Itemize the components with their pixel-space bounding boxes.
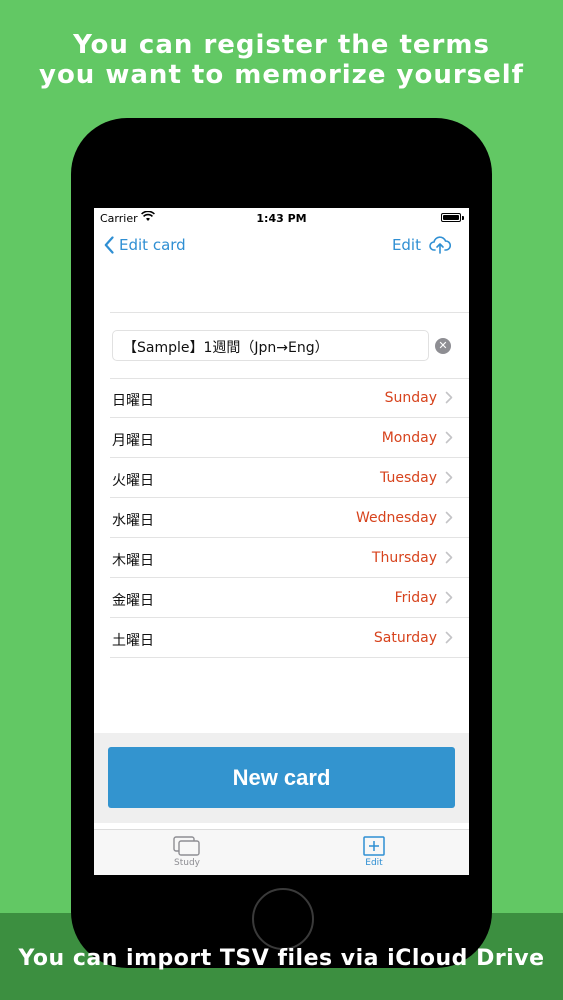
title-separator [110, 312, 469, 313]
tab-study[interactable]: Study [127, 836, 247, 868]
meaning-label: Tuesday [380, 470, 437, 486]
meaning-label: Friday [394, 590, 437, 606]
meaning-label: Wednesday [355, 510, 437, 526]
edit-button[interactable]: Edit [392, 236, 451, 254]
status-time: 1:43 PM [256, 212, 307, 225]
back-button-label: Edit card [119, 236, 186, 254]
new-card-button[interactable]: New card [108, 747, 455, 808]
term-label: 木曜日 [112, 553, 154, 569]
term-label: 金曜日 [112, 593, 154, 609]
meaning-label: Saturday [373, 630, 437, 646]
list-item[interactable]: 日曜日 Sunday [94, 378, 469, 418]
term-label: 水曜日 [112, 513, 154, 529]
status-bar: Carrier 1:43 PM [94, 208, 469, 228]
list-item[interactable]: 金曜日 Friday [94, 578, 469, 618]
chevron-right-icon [445, 471, 453, 484]
tab-edit[interactable]: Edit [314, 836, 434, 868]
tab-bar: Study Edit [94, 829, 469, 875]
add-square-icon [363, 836, 385, 856]
list-item[interactable]: 月曜日 Monday [94, 418, 469, 458]
list-item[interactable]: 木曜日 Thursday [94, 538, 469, 578]
battery-tip [462, 216, 464, 220]
list-item[interactable]: 火曜日 Tuesday [94, 458, 469, 498]
row-separator [110, 657, 469, 658]
cloud-upload-icon[interactable] [429, 236, 451, 254]
chevron-right-icon [445, 631, 453, 644]
cards-stack-icon [173, 836, 200, 856]
meaning-label: Sunday [384, 390, 437, 406]
list-item[interactable]: 水曜日 Wednesday [94, 498, 469, 538]
promo-headline: You can register the terms you want to m… [0, 30, 563, 90]
term-label: 日曜日 [112, 393, 154, 409]
tab-edit-label: Edit [365, 858, 383, 868]
chevron-right-icon [445, 431, 453, 444]
term-list: 日曜日 Sunday 月曜日 Monday 火曜日 Tuesday 水曜日 We… [94, 378, 469, 658]
list-item[interactable]: 土曜日 Saturday [94, 618, 469, 658]
navigation-bar: Edit card Edit [94, 232, 469, 262]
meaning-label: Monday [381, 430, 437, 446]
promo-headline-line2: you want to memorize yourself [39, 60, 524, 90]
chevron-left-icon [104, 236, 114, 254]
back-button[interactable]: Edit card [104, 236, 186, 254]
promo-footer: You can import TSV files via iCloud Driv… [18, 946, 545, 971]
promo-headline-line1: You can register the terms [73, 30, 490, 60]
chevron-right-icon [445, 391, 453, 404]
phone-screen: Carrier 1:43 PM Edit card Edit 【Sample】1… [94, 208, 469, 875]
chevron-right-icon [445, 511, 453, 524]
battery-icon [441, 213, 461, 222]
home-button[interactable] [252, 888, 314, 950]
tab-study-label: Study [174, 858, 200, 868]
term-label: 土曜日 [112, 633, 154, 649]
clear-icon[interactable]: ✕ [435, 338, 451, 354]
meaning-label: Thursday [371, 550, 437, 566]
chevron-right-icon [445, 591, 453, 604]
card-title-field[interactable]: 【Sample】1週間（Jpn→Eng） [112, 330, 429, 361]
term-label: 火曜日 [112, 473, 154, 489]
chevron-right-icon [445, 551, 453, 564]
term-label: 月曜日 [112, 433, 154, 449]
edit-button-label: Edit [391, 236, 421, 254]
